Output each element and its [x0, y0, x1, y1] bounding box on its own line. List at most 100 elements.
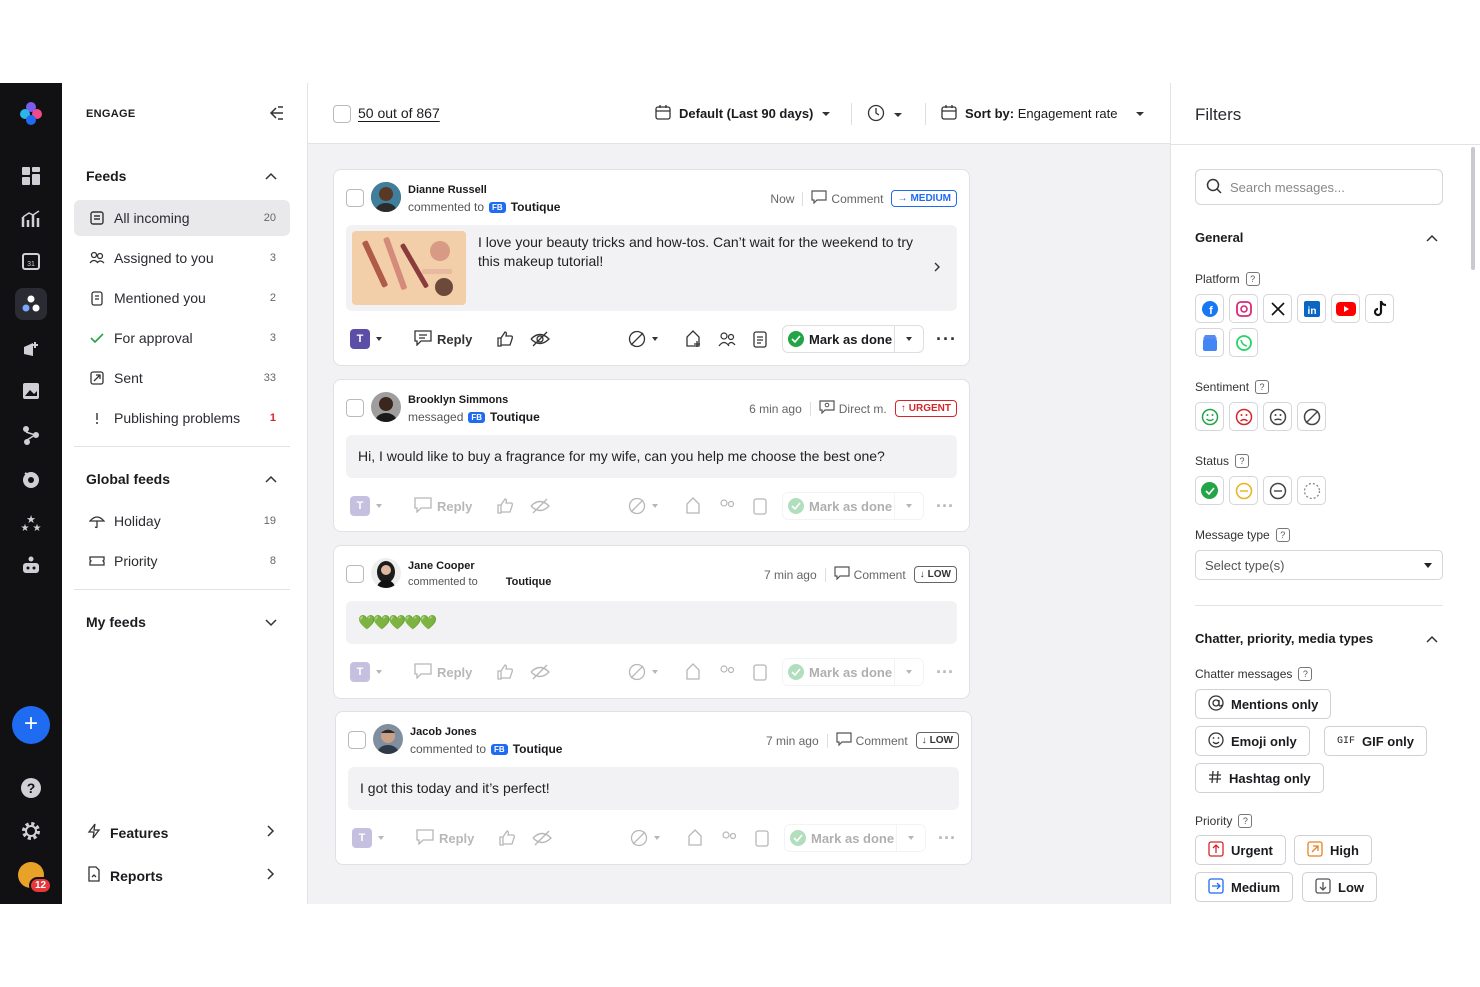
author-name[interactable]: Jacob Jones — [410, 726, 477, 738]
sidebar-item-priority[interactable]: Priority 8 — [74, 543, 290, 579]
high-chip[interactable]: High — [1294, 835, 1372, 865]
attachment-thumbnail[interactable] — [352, 231, 466, 305]
tag-add-icon[interactable] — [684, 497, 702, 515]
message-bubble[interactable]: 💚💚💚💚💚 — [346, 601, 957, 644]
media-library-icon[interactable] — [15, 375, 47, 407]
collapse-sidebar-icon[interactable] — [268, 105, 286, 126]
note-icon[interactable] — [752, 663, 768, 681]
message-bubble[interactable]: Hi, I would like to buy a fragrance for … — [346, 435, 957, 478]
hashtag-only-chip[interactable]: Hashtag only — [1195, 763, 1324, 793]
mark-as-done-button[interactable]: Mark as done — [784, 824, 926, 852]
help-icon[interactable]: ? — [1298, 667, 1313, 681]
mark-as-done-button[interactable]: Mark as done — [782, 658, 924, 686]
more-options-icon[interactable]: ··· — [936, 329, 957, 350]
select-all-checkbox[interactable] — [333, 105, 351, 123]
search-input[interactable]: Search messages... — [1195, 169, 1443, 205]
priority-badge[interactable]: ↓ LOW — [913, 566, 957, 583]
publish-icon[interactable] — [15, 332, 47, 364]
author-name[interactable]: Jane Cooper — [408, 560, 475, 572]
more-options-icon[interactable]: ··· — [936, 662, 954, 683]
like-icon[interactable] — [496, 330, 514, 348]
caret-down-icon[interactable] — [895, 336, 923, 342]
pending-status-icon[interactable] — [1229, 476, 1258, 505]
note-icon[interactable] — [752, 330, 768, 348]
caret-down-icon[interactable] — [895, 669, 923, 675]
tiktok-icon[interactable] — [1365, 294, 1394, 323]
chevron-up-icon[interactable] — [1425, 632, 1439, 650]
message-card[interactable]: Brooklyn Simmons messaged FB Toutique 6 mi… — [333, 379, 970, 532]
help-icon[interactable]: ? — [1235, 454, 1250, 468]
urgent-chip[interactable]: Urgent — [1195, 835, 1286, 865]
hide-icon[interactable] — [530, 498, 550, 514]
positive-sentiment-icon[interactable] — [1195, 402, 1224, 431]
features-link[interactable]: Features — [86, 823, 168, 842]
facebook-icon[interactable]: f — [1195, 294, 1224, 323]
scrollbar[interactable] — [1471, 147, 1475, 270]
reply-button[interactable]: Reply — [416, 828, 474, 848]
like-icon[interactable] — [496, 663, 514, 681]
mentions-only-chip[interactable]: Mentions only — [1195, 689, 1332, 719]
hide-icon[interactable] — [532, 830, 552, 846]
chevron-up-icon[interactable] — [264, 472, 278, 490]
message-bubble[interactable]: I love your beauty tricks and how-tos. C… — [346, 225, 957, 311]
assign-brand-button[interactable]: T — [350, 329, 383, 349]
analytics-icon[interactable] — [15, 203, 47, 235]
chevron-right-icon[interactable] — [933, 259, 941, 278]
like-icon[interactable] — [498, 829, 516, 847]
card-checkbox[interactable] — [346, 399, 364, 417]
help-icon[interactable]: ? — [1238, 814, 1253, 828]
more-options-icon[interactable]: ··· — [936, 496, 954, 517]
settings-icon[interactable] — [15, 815, 47, 847]
assign-brand-button[interactable]: T — [350, 496, 383, 516]
chevron-up-icon[interactable] — [1425, 231, 1439, 249]
message-bubble[interactable]: I got this today and it’s perfect! — [348, 767, 959, 810]
whatsapp-icon[interactable] — [1229, 328, 1258, 357]
reply-button[interactable]: Reply — [414, 496, 472, 516]
message-card[interactable]: Dianne Russell commented to FB Toutique No… — [333, 169, 970, 366]
chevron-right-icon[interactable] — [264, 824, 276, 843]
caret-down-icon[interactable] — [895, 503, 923, 509]
sentiment-select[interactable] — [628, 663, 659, 681]
workflows-icon[interactable] — [15, 419, 47, 451]
closed-status-icon[interactable] — [1263, 476, 1292, 505]
instagram-icon[interactable] — [1229, 294, 1258, 323]
assign-user-icon[interactable] — [718, 663, 736, 681]
hide-icon[interactable] — [530, 331, 550, 347]
emoji-only-chip[interactable]: Emoji only — [1195, 726, 1310, 756]
priority-badge[interactable]: ↓ LOW — [915, 732, 959, 749]
message-card[interactable]: Jacob Jones commented to FB Toutique 7 min… — [335, 711, 972, 865]
low-chip[interactable]: Low — [1302, 872, 1377, 902]
tag-add-icon[interactable] — [684, 663, 702, 681]
x-icon[interactable] — [1263, 294, 1292, 323]
time-filter[interactable] — [867, 104, 903, 125]
neutral-sentiment-icon[interactable] — [1263, 402, 1292, 431]
reviews-icon[interactable]: ★ ★ ★ — [15, 506, 47, 538]
tag-add-icon[interactable] — [686, 829, 704, 847]
mark-as-done-button[interactable]: Mark as done — [782, 492, 924, 520]
priority-badge[interactable]: → MEDIUM — [891, 190, 957, 207]
chevron-down-icon[interactable] — [264, 615, 278, 633]
card-checkbox[interactable] — [346, 189, 364, 207]
gif-only-chip[interactable]: GIF GIF only — [1324, 726, 1428, 756]
card-checkbox[interactable] — [348, 731, 366, 749]
dashboard-icon[interactable] — [15, 160, 47, 192]
help-icon[interactable]: ? — [15, 772, 47, 804]
google-business-icon[interactable] — [1195, 328, 1224, 357]
sidebar-item-publishing-problems[interactable]: Publishing problems 1 — [74, 400, 290, 436]
no-sentiment-icon[interactable] — [1297, 402, 1326, 431]
done-status-icon[interactable] — [1195, 476, 1224, 505]
author-name[interactable]: Brooklyn Simmons — [408, 394, 508, 406]
message-type-select[interactable]: Select type(s) — [1195, 550, 1443, 580]
mark-as-done-button[interactable]: Mark as done — [782, 325, 924, 353]
listening-icon[interactable] — [15, 463, 47, 495]
help-icon[interactable]: ? — [1275, 528, 1290, 542]
sidebar-item-approval[interactable]: For approval 3 — [74, 320, 290, 356]
like-icon[interactable] — [496, 497, 514, 515]
linkedin-icon[interactable]: in — [1297, 294, 1326, 323]
sidebar-item-assigned[interactable]: Assigned to you 3 — [74, 240, 290, 276]
results-count[interactable]: 50 out of 867 — [358, 105, 440, 121]
hide-icon[interactable] — [530, 664, 550, 680]
reply-button[interactable]: Reply — [414, 662, 472, 682]
card-checkbox[interactable] — [346, 565, 364, 583]
youtube-icon[interactable] — [1331, 294, 1360, 323]
